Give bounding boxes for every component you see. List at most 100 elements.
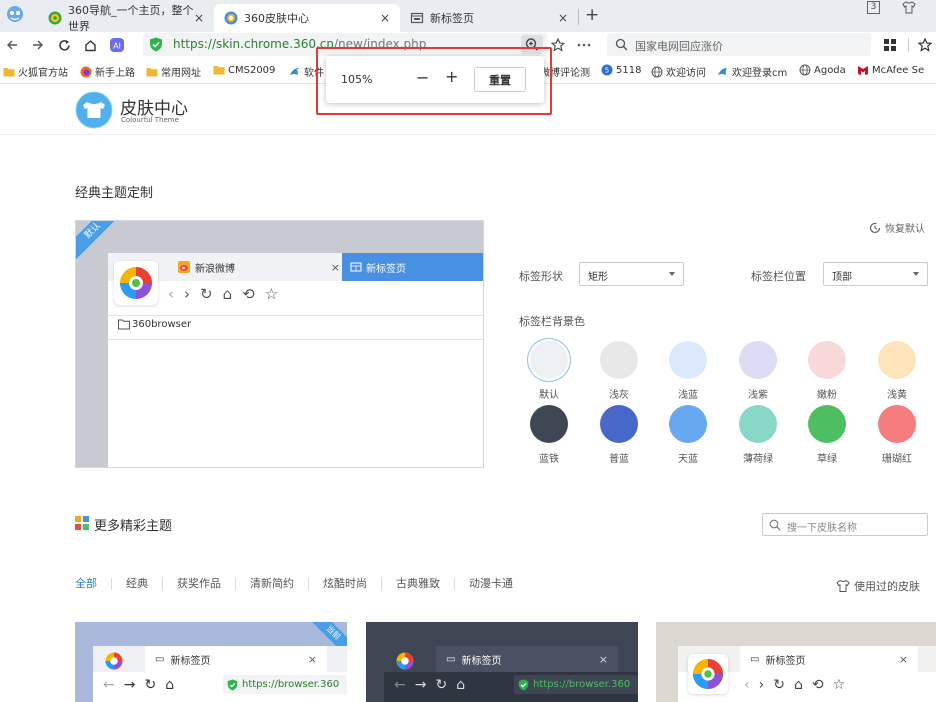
tab-separator [578,9,579,25]
site-subtitle: Colourful Theme [121,116,179,124]
category-all[interactable]: 全部 [75,578,111,590]
undo-icon: ⟲ [242,285,255,303]
bookmark-item[interactable]: McAfee Se [857,64,924,76]
search-query: 国家电网回应涨价 [635,40,723,53]
firefox-icon [80,66,92,77]
tab-new-tab[interactable]: 新标签页 × [400,4,578,32]
category-classical[interactable]: 古典雅致 [381,578,454,590]
category-classic[interactable]: 经典 [111,578,162,590]
category-fresh[interactable]: 清新简约 [235,578,308,590]
color-swatch[interactable] [600,341,638,379]
tab-close-button[interactable]: × [558,11,568,25]
shirt-icon [836,579,850,592]
category-tabs: 全部 经典 获奖作品 清新简约 炫酷时尚 古典雅致 动漫卡通 [75,578,527,590]
tab-shape-select[interactable]: 矩形 [579,262,684,286]
toolbar-separator [908,38,909,52]
chevron-down-icon [913,272,919,276]
tab-360-nav[interactable]: 360导航_一个主页，整个世界 × [38,4,214,33]
theme-card[interactable]: 当前 ▭ 新标签页 × ← → ↻ ⌂ https://browser.360 [75,622,347,702]
red-highlight-box [316,47,552,115]
mcafee-icon [858,66,868,75]
new-tab-icon: ▭ [750,653,760,665]
bookmark-item[interactable]: 常用网址 [146,64,201,79]
color-swatch[interactable] [878,341,916,379]
color-swatch[interactable] [808,405,846,443]
refresh-button[interactable] [55,36,73,54]
favorites-icon[interactable] [916,36,934,54]
grid-icon [75,516,89,530]
color-swatch[interactable] [530,341,568,379]
360-browser-logo [394,650,416,672]
more-menu-icon[interactable] [575,36,593,54]
preview-divider [108,339,483,340]
theme-card[interactable]: ▭ 新标签页 × ← → ↻ ⌂ https://browser.360 [366,622,638,702]
tab-position-select[interactable]: 顶部 [823,262,928,286]
bookmark-item[interactable]: Agoda [799,64,846,76]
refresh-icon: ↻ [200,285,213,303]
bookmark-item[interactable]: CMS2009 [213,64,275,76]
card-tab: ▭ 新标签页 × [145,646,327,672]
preview-tab-newtab: 新标签页 [342,253,483,281]
tab-title: 360导航_一个主页，整个世界 [68,4,194,33]
category-cool[interactable]: 炫酷时尚 [308,578,381,590]
color-swatch[interactable] [739,405,777,443]
restore-icon [869,222,881,233]
tab-count-icon[interactable]: 3 [867,1,880,14]
skin-center-logo[interactable] [75,91,113,129]
preview-tab-weibo: 新浪微博 × [168,253,342,281]
color-swatch[interactable] [669,405,707,443]
back-button[interactable] [3,36,21,54]
bookmark-item[interactable]: 欢迎访问 [651,64,706,79]
tab-title: 新标签页 [430,12,474,25]
card-tab: ▭ 新标签页 × [740,646,918,672]
more-themes-title: 更多精彩主题 [94,519,173,534]
bookmark-item[interactable]: 5 5118 [601,64,641,76]
forward-button[interactable] [29,36,47,54]
tab-title: 360皮肤中心 [244,12,309,25]
color-swatch-label: 默认 [539,390,559,401]
card-url: https://browser.360 [514,675,638,694]
shield-icon [150,37,162,52]
bookmark-item[interactable]: 新手上路 [80,64,135,79]
color-swatch-label: 草绿 [817,454,837,465]
theme-search-input[interactable]: 搜一下皮肤名称 [762,513,928,536]
card-tab: ▭ 新标签页 × [436,646,618,672]
browser-menu-icon[interactable] [5,4,27,24]
home-button[interactable] [81,36,99,54]
color-swatch[interactable] [878,405,916,443]
category-award[interactable]: 获奖作品 [162,578,235,590]
tab-bg-color-label: 标签栏背景色 [519,315,585,328]
360-nav-icon [48,11,62,25]
color-swatch[interactable] [739,341,777,379]
ai-assistant-icon[interactable]: AI [108,36,126,54]
folder-icon [213,66,225,75]
bookmark-item[interactable]: 欢迎登录cm [717,64,787,79]
apps-grid-icon[interactable] [881,36,899,54]
color-swatch-label: 薄荷绿 [743,454,773,465]
color-swatch[interactable] [530,405,568,443]
weibo-icon [178,261,190,273]
color-swatch[interactable] [669,341,707,379]
bookmark-item[interactable]: 火狐官方站 [3,64,68,79]
tab-shape-label: 标签形状 [519,270,563,283]
color-swatch-label: 浅灰 [609,390,629,401]
color-swatch[interactable] [808,341,846,379]
used-skins-link[interactable]: 使用过的皮肤 [836,578,920,594]
theme-card[interactable]: ▭ 新标签页 × ‹ › ↻ ⌂ ⟲ ☆ [656,622,936,702]
card-url: https://browser.360 [223,675,347,694]
new-tab-icon [410,12,424,24]
tab-close-button[interactable]: × [194,11,204,25]
360-browser-logo [114,261,158,305]
restore-default-button[interactable]: 恢复默认 [869,220,925,235]
tab-skin-center[interactable]: 360皮肤中心 × [214,4,400,32]
skin-shirt-icon[interactable] [902,1,916,14]
tab-close-button[interactable]: × [380,11,390,25]
category-anime[interactable]: 动漫卡通 [454,578,527,590]
new-tab-button[interactable]: + [585,5,599,25]
color-swatch[interactable] [600,405,638,443]
tab-position-label: 标签栏位置 [751,270,806,283]
new-tab-icon: ▭ [446,653,456,665]
card-window: ▭ 新标签页 × ← → ↻ ⌂ https://browser.360 [384,646,638,702]
preview-window: 新浪微博 × 新标签页 ‹ › ↻ ⌂ ⟲ ☆ 360browser [108,253,483,467]
search-box[interactable]: 国家电网回应涨价 [607,33,871,56]
